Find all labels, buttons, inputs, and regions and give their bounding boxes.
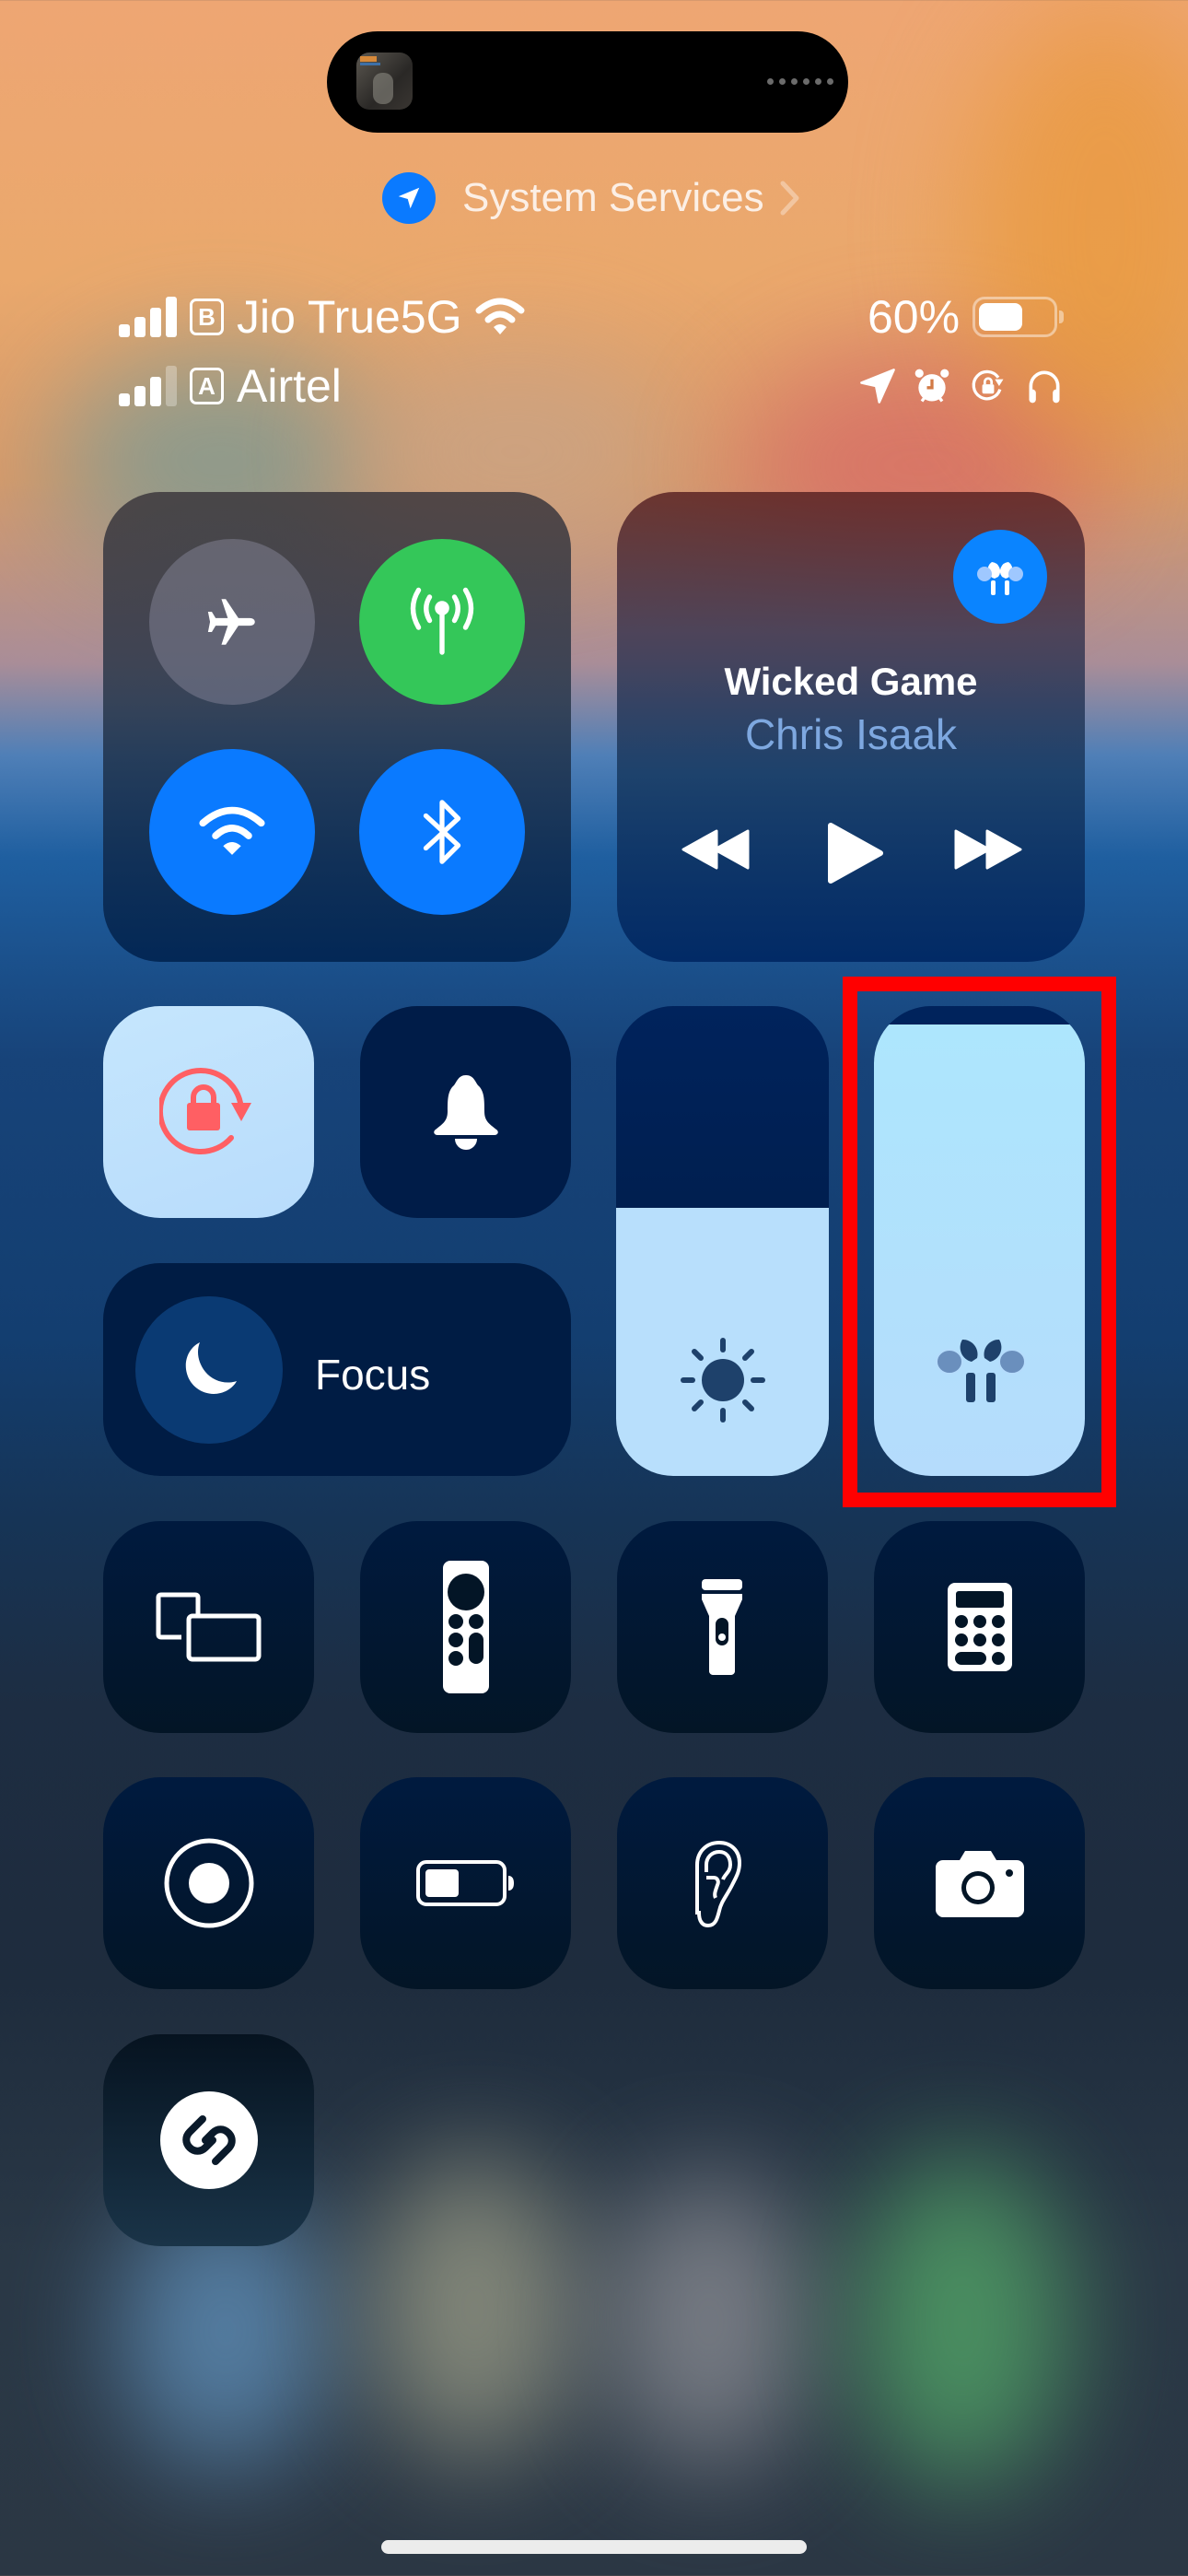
focus-label: Focus: [315, 1351, 431, 1399]
wallpaper-glow-green: [856, 2156, 1068, 2488]
album-art-thumbnail: [356, 53, 413, 110]
flashlight-icon: [701, 1579, 742, 1675]
bluetooth-icon: [423, 800, 461, 864]
calculator-button[interactable]: [874, 1521, 1085, 1733]
tv-remote-icon: [442, 1561, 489, 1693]
cellular-antenna-icon: [410, 587, 474, 655]
wallpaper-glow-olive: [368, 2156, 580, 2460]
cellular-signal-secondary-icon: [119, 366, 177, 406]
dynamic-island[interactable]: [327, 31, 848, 133]
airpods-pro-icon: [977, 562, 1023, 595]
wifi-toggle[interactable]: [149, 749, 315, 915]
moon-icon: [185, 1342, 237, 1394]
brightness-slider[interactable]: [616, 1006, 829, 1476]
screen-mirroring-button[interactable]: [103, 1521, 314, 1733]
carrier-name-primary: Jio True5G: [237, 291, 462, 343]
location-services-banner[interactable]: System Services: [382, 172, 801, 224]
camera-icon: [935, 1851, 1024, 1917]
orientation-lock-toggle[interactable]: [103, 1006, 314, 1218]
sun-icon: [681, 1338, 765, 1423]
track-artist: Chris Isaak: [744, 710, 958, 758]
play-icon: [828, 823, 883, 884]
waveform-dots-icon: [767, 78, 833, 85]
sim-badge-a: A: [190, 368, 224, 404]
location-services-label: System Services: [462, 175, 764, 220]
silent-mode-toggle[interactable]: [360, 1006, 571, 1218]
shazam-icon: [159, 2091, 258, 2189]
airplane-mode-toggle[interactable]: [149, 539, 315, 705]
play-button[interactable]: [827, 822, 884, 884]
status-battery: 60%: [868, 291, 1065, 343]
status-row-secondary-carrier: A Airtel: [119, 362, 342, 410]
music-recognition-button[interactable]: [103, 2034, 314, 2246]
calculator-icon: [947, 1583, 1012, 1671]
home-indicator[interactable]: [381, 2540, 807, 2554]
rewind-button[interactable]: [681, 829, 751, 870]
camera-button[interactable]: [874, 1777, 1085, 1989]
status-row-primary-carrier: B Jio True5G: [119, 293, 525, 341]
cellular-data-toggle[interactable]: [359, 539, 525, 705]
rotation-lock-icon: [158, 1067, 251, 1154]
battery-icon: [973, 297, 1065, 337]
screen-mirroring-icon: [156, 1592, 261, 1662]
bluetooth-toggle[interactable]: [359, 749, 525, 915]
focus-module[interactable]: Focus: [103, 1263, 571, 1476]
audio-output-button[interactable]: [953, 530, 1047, 624]
flashlight-button[interactable]: [617, 1521, 828, 1733]
track-title: Wicked Game: [724, 660, 978, 703]
airplane-icon: [207, 599, 255, 645]
wallpaper-glow-gray: [608, 2174, 810, 2469]
bell-icon: [433, 1075, 498, 1150]
fast-forward-icon: [954, 829, 1022, 870]
connectivity-module: [103, 492, 571, 962]
carrier-name-secondary: Airtel: [237, 360, 342, 412]
volume-highlight-box: [843, 977, 1116, 1507]
hearing-button[interactable]: [617, 1777, 828, 1989]
ear-icon: [694, 1840, 741, 1927]
fast-forward-button[interactable]: [952, 829, 1022, 870]
wifi-icon: [199, 806, 265, 855]
cellular-signal-icon: [119, 297, 177, 337]
focus-mode-button[interactable]: [135, 1296, 283, 1444]
low-power-mode-button[interactable]: [360, 1777, 571, 1989]
now-playing-module[interactable]: Wicked Game Chris Isaak: [617, 492, 1085, 962]
location-icon: [858, 366, 897, 406]
apple-tv-remote-button[interactable]: [360, 1521, 571, 1733]
battery-low-power-icon: [415, 1860, 514, 1906]
alarm-icon: [912, 366, 952, 406]
record-icon: [164, 1838, 253, 1928]
chevron-right-icon: [779, 180, 801, 217]
rotation-lock-status-icon: [967, 366, 1009, 406]
status-indicators: [858, 363, 1065, 409]
rewind-icon: [681, 829, 750, 870]
location-arrow-icon: [382, 172, 436, 224]
battery-percentage: 60%: [868, 291, 961, 343]
sim-badge-b: B: [190, 299, 224, 335]
headphones-icon: [1024, 366, 1065, 406]
screen-recording-button[interactable]: [103, 1777, 314, 1989]
wifi-status-icon: [475, 298, 525, 336]
